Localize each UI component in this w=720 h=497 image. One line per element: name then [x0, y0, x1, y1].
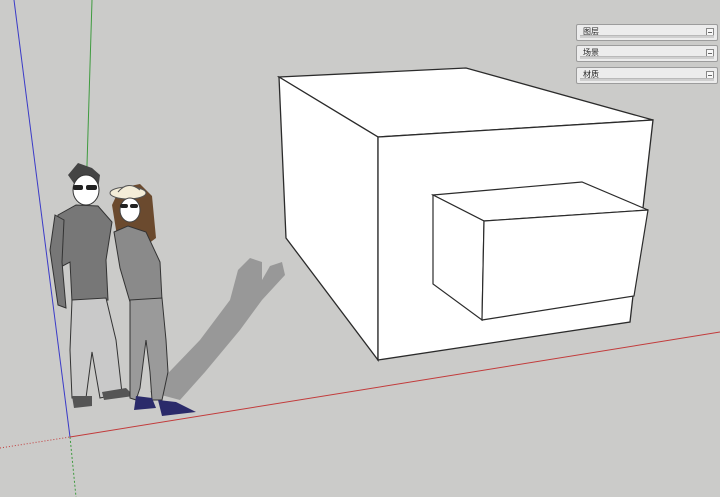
tray-divider [580, 78, 714, 81]
tray-panel-scenes[interactable]: 场景 [576, 45, 718, 62]
green-axis-dotted [69, 436, 77, 497]
tray-divider [580, 35, 714, 38]
tray-panel-layers[interactable]: 图层 [576, 24, 718, 41]
tray-divider [580, 56, 714, 59]
red-axis-dotted [0, 436, 71, 449]
tray-panel-materials[interactable]: 材质 [576, 67, 718, 84]
person-shadow [150, 258, 285, 400]
modeling-viewport[interactable]: 图层 场景 材质 [0, 0, 720, 497]
